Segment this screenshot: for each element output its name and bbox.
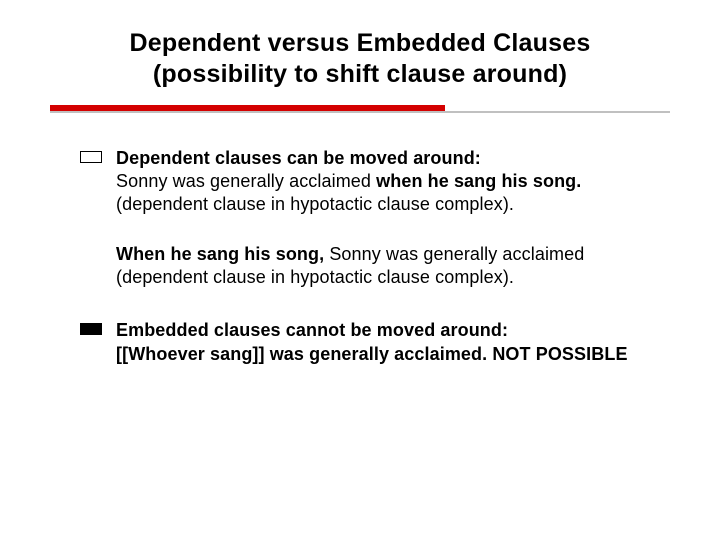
rule-grey xyxy=(50,111,670,113)
title-line-2: (possibility to shift clause around) xyxy=(153,60,567,88)
title-line-1: Dependent versus Embedded Clauses xyxy=(130,29,591,57)
bullet-2-text: Embedded clauses cannot be moved around:… xyxy=(116,319,628,366)
bullet-2-ex-bold: [[Whoever sang]] xyxy=(116,344,265,364)
bullet-1-ex-post: (dependent clause in hypotactic clause c… xyxy=(116,194,514,214)
slide: Dependent versus Embedded Clauses (possi… xyxy=(0,0,720,540)
square-filled-icon xyxy=(80,323,102,335)
bullet-1-ex-pre: Sonny was generally acclaimed xyxy=(116,171,376,191)
bullet-1-continuation: When he sang his song, Sonny was general… xyxy=(116,243,660,290)
square-open-icon xyxy=(80,151,102,163)
bullet-1: Dependent clauses can be moved around: S… xyxy=(80,147,660,217)
title-rule xyxy=(50,105,670,113)
bullet-2-heading: Embedded clauses cannot be moved around: xyxy=(116,320,508,340)
bullet-1-ex-bold: when he sang his song. xyxy=(376,171,581,191)
slide-title: Dependent versus Embedded Clauses (possi… xyxy=(50,28,670,91)
cont-bold: When he sang his song, xyxy=(116,244,329,264)
bullet-1-heading: Dependent clauses can be moved around: xyxy=(116,148,481,168)
bullet-2: Embedded clauses cannot be moved around:… xyxy=(80,319,660,366)
slide-body: Dependent clauses can be moved around: S… xyxy=(50,147,670,367)
bullet-1-text: Dependent clauses can be moved around: S… xyxy=(116,147,660,217)
bullet-2-ex-rest: was generally acclaimed. NOT POSSIBLE xyxy=(265,344,628,364)
